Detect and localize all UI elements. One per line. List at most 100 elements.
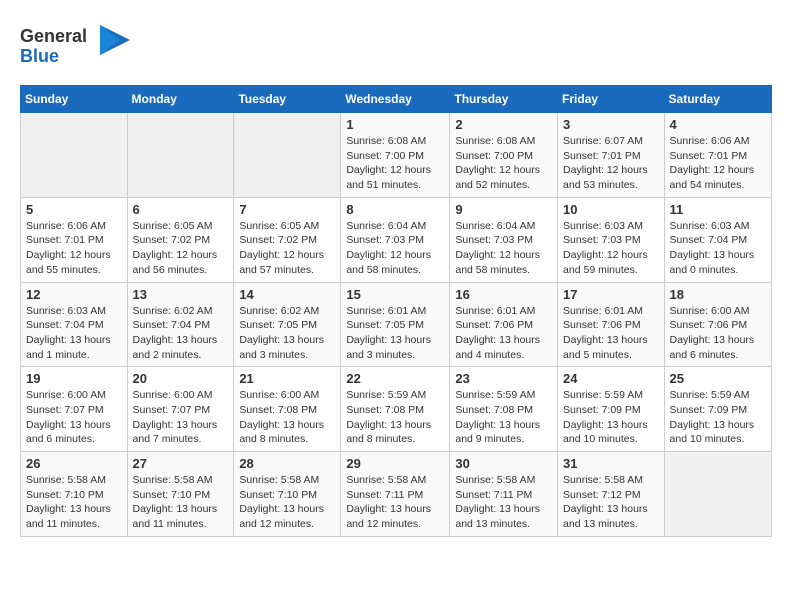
day-info: Sunrise: 6:01 AMSunset: 7:06 PMDaylight:… (563, 304, 659, 363)
day-number: 31 (563, 456, 659, 471)
calendar-cell: 22 Sunrise: 5:59 AMSunset: 7:08 PMDayligh… (341, 367, 450, 452)
calendar-header-row: SundayMondayTuesdayWednesdayThursdayFrid… (21, 86, 772, 113)
day-number: 4 (670, 117, 766, 132)
page-header: General Blue (20, 20, 772, 75)
calendar-cell: 25Sunrise: 5:59 AMSunset: 7:09 PMDayligh… (664, 367, 771, 452)
calendar-table: SundayMondayTuesdayWednesdayThursdayFrid… (20, 85, 772, 537)
header-wednesday: Wednesday (341, 86, 450, 113)
day-info: Sunrise: 6:01 AMSunset: 7:06 PMDaylight:… (455, 304, 552, 363)
calendar-cell: 8Sunrise: 6:04 AMSunset: 7:03 PMDaylight… (341, 197, 450, 282)
day-number: 1 (346, 117, 444, 132)
day-info: Sunrise: 6:00 AMSunset: 7:06 PMDaylight:… (670, 304, 766, 363)
day-info: Sunrise: 6:03 AMSunset: 7:03 PMDaylight:… (563, 219, 659, 278)
calendar-cell: 12 Sunrise: 6:03 AMSunset: 7:04 PMDayligh… (21, 282, 128, 367)
calendar-cell: 6 Sunrise: 6:05 AMSunset: 7:02 PMDaylight… (127, 197, 234, 282)
day-info: Sunrise: 5:59 AMSunset: 7:08 PMDaylight:… (346, 388, 444, 447)
day-info: Sunrise: 6:03 AMSunset: 7:04 PMDaylight:… (670, 219, 766, 278)
day-number: 10 (563, 202, 659, 217)
calendar-cell: 20 Sunrise: 6:00 AMSunset: 7:07 PMDayligh… (127, 367, 234, 452)
calendar-row-1: 5Sunrise: 6:06 AMSunset: 7:01 PMDaylight… (21, 197, 772, 282)
header-friday: Friday (558, 86, 665, 113)
day-number: 14 (239, 287, 335, 302)
calendar-cell: 2 Sunrise: 6:08 AMSunset: 7:00 PMDaylight… (450, 113, 558, 198)
calendar-cell: 4 Sunrise: 6:06 AMSunset: 7:01 PMDaylight… (664, 113, 771, 198)
day-info: Sunrise: 5:58 AMSunset: 7:12 PMDaylight:… (563, 473, 659, 532)
day-info: Sunrise: 6:00 AMSunset: 7:07 PMDaylight:… (133, 388, 229, 447)
header-sunday: Sunday (21, 86, 128, 113)
day-info: Sunrise: 6:08 AMSunset: 7:00 PMDaylight:… (455, 134, 552, 193)
day-number: 13 (133, 287, 229, 302)
day-info: Sunrise: 6:00 AMSunset: 7:07 PMDaylight:… (26, 388, 122, 447)
day-info: Sunrise: 5:59 AMSunset: 7:08 PMDaylight:… (455, 388, 552, 447)
day-number: 23 (455, 371, 552, 386)
day-info: Sunrise: 5:59 AMSunset: 7:09 PMDaylight:… (563, 388, 659, 447)
day-info: Sunrise: 6:04 AMSunset: 7:03 PMDaylight:… (455, 219, 552, 278)
header-saturday: Saturday (664, 86, 771, 113)
calendar-cell (21, 113, 128, 198)
day-info: Sunrise: 5:58 AMSunset: 7:10 PMDaylight:… (239, 473, 335, 532)
day-info: Sunrise: 6:06 AMSunset: 7:01 PMDaylight:… (670, 134, 766, 193)
calendar-cell (664, 452, 771, 537)
day-number: 30 (455, 456, 552, 471)
header-tuesday: Tuesday (234, 86, 341, 113)
calendar-row-0: 1 Sunrise: 6:08 AMSunset: 7:00 PMDaylight… (21, 113, 772, 198)
day-number: 16 (455, 287, 552, 302)
calendar-cell: 11 Sunrise: 6:03 AMSunset: 7:04 PMDayligh… (664, 197, 771, 282)
day-number: 19 (26, 371, 122, 386)
calendar-cell: 1 Sunrise: 6:08 AMSunset: 7:00 PMDaylight… (341, 113, 450, 198)
day-number: 28 (239, 456, 335, 471)
calendar-cell: 5Sunrise: 6:06 AMSunset: 7:01 PMDaylight… (21, 197, 128, 282)
calendar-cell: 9 Sunrise: 6:04 AMSunset: 7:03 PMDaylight… (450, 197, 558, 282)
header-thursday: Thursday (450, 86, 558, 113)
calendar-row-3: 19 Sunrise: 6:00 AMSunset: 7:07 PMDayligh… (21, 367, 772, 452)
calendar-cell: 29Sunrise: 5:58 AMSunset: 7:11 PMDayligh… (341, 452, 450, 537)
calendar-cell: 19 Sunrise: 6:00 AMSunset: 7:07 PMDayligh… (21, 367, 128, 452)
day-number: 26 (26, 456, 122, 471)
day-info: Sunrise: 6:07 AMSunset: 7:01 PMDaylight:… (563, 134, 659, 193)
day-number: 17 (563, 287, 659, 302)
logo: General Blue (20, 20, 130, 75)
logo-text: General Blue (20, 20, 130, 75)
day-number: 25 (670, 371, 766, 386)
day-info: Sunrise: 6:05 AMSunset: 7:02 PMDaylight:… (133, 219, 229, 278)
svg-text:General: General (20, 26, 87, 46)
calendar-cell: 26 Sunrise: 5:58 AMSunset: 7:10 PMDayligh… (21, 452, 128, 537)
calendar-cell: 3 Sunrise: 6:07 AMSunset: 7:01 PMDaylight… (558, 113, 665, 198)
day-number: 12 (26, 287, 122, 302)
calendar-cell: 28 Sunrise: 5:58 AMSunset: 7:10 PMDayligh… (234, 452, 341, 537)
calendar-cell: 31 Sunrise: 5:58 AMSunset: 7:12 PMDayligh… (558, 452, 665, 537)
day-info: Sunrise: 5:58 AMSunset: 7:11 PMDaylight:… (455, 473, 552, 532)
svg-text:Blue: Blue (20, 46, 59, 66)
calendar-cell: 21 Sunrise: 6:00 AMSunset: 7:08 PMDayligh… (234, 367, 341, 452)
day-number: 21 (239, 371, 335, 386)
calendar-cell: 7Sunrise: 6:05 AMSunset: 7:02 PMDaylight… (234, 197, 341, 282)
day-number: 15 (346, 287, 444, 302)
day-number: 7 (239, 202, 335, 217)
day-number: 27 (133, 456, 229, 471)
day-info: Sunrise: 6:03 AMSunset: 7:04 PMDaylight:… (26, 304, 122, 363)
day-info: Sunrise: 6:04 AMSunset: 7:03 PMDaylight:… (346, 219, 444, 278)
day-number: 18 (670, 287, 766, 302)
day-number: 2 (455, 117, 552, 132)
day-info: Sunrise: 5:58 AMSunset: 7:10 PMDaylight:… (26, 473, 122, 532)
day-number: 3 (563, 117, 659, 132)
day-number: 20 (133, 371, 229, 386)
day-info: Sunrise: 6:00 AMSunset: 7:08 PMDaylight:… (239, 388, 335, 447)
day-number: 6 (133, 202, 229, 217)
calendar-cell: 23 Sunrise: 5:59 AMSunset: 7:08 PMDayligh… (450, 367, 558, 452)
calendar-cell: 10 Sunrise: 6:03 AMSunset: 7:03 PMDayligh… (558, 197, 665, 282)
calendar-cell: 15 Sunrise: 6:01 AMSunset: 7:05 PMDayligh… (341, 282, 450, 367)
day-number: 9 (455, 202, 552, 217)
calendar-row-2: 12 Sunrise: 6:03 AMSunset: 7:04 PMDayligh… (21, 282, 772, 367)
day-info: Sunrise: 6:08 AMSunset: 7:00 PMDaylight:… (346, 134, 444, 193)
day-info: Sunrise: 6:01 AMSunset: 7:05 PMDaylight:… (346, 304, 444, 363)
calendar-cell: 24Sunrise: 5:59 AMSunset: 7:09 PMDayligh… (558, 367, 665, 452)
calendar-cell: 30 Sunrise: 5:58 AMSunset: 7:11 PMDayligh… (450, 452, 558, 537)
day-info: Sunrise: 5:58 AMSunset: 7:10 PMDaylight:… (133, 473, 229, 532)
day-number: 22 (346, 371, 444, 386)
calendar-cell: 13Sunrise: 6:02 AMSunset: 7:04 PMDayligh… (127, 282, 234, 367)
calendar-cell (234, 113, 341, 198)
calendar-cell: 18 Sunrise: 6:00 AMSunset: 7:06 PMDayligh… (664, 282, 771, 367)
day-number: 11 (670, 202, 766, 217)
day-info: Sunrise: 6:06 AMSunset: 7:01 PMDaylight:… (26, 219, 122, 278)
